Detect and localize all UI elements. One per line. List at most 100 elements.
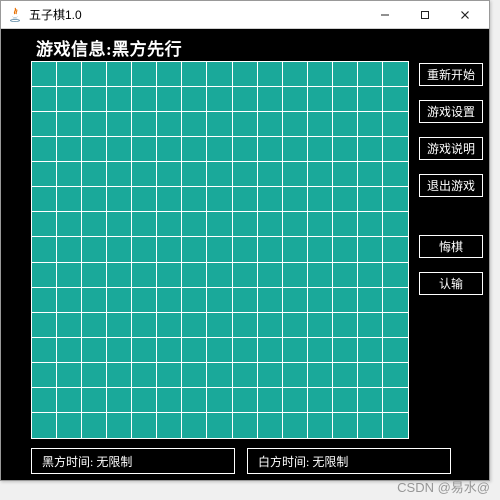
board-cell[interactable] [107,87,132,112]
board-cell[interactable] [358,288,383,313]
close-button[interactable] [445,4,485,26]
board-cell[interactable] [182,413,207,438]
board-cell[interactable] [333,388,358,413]
board-cell[interactable] [157,288,182,313]
board-cell[interactable] [258,237,283,262]
board-cell[interactable] [82,112,107,137]
board-cell[interactable] [207,363,232,388]
board-cell[interactable] [358,87,383,112]
board-cell[interactable] [32,212,57,237]
board-cell[interactable] [82,413,107,438]
board-cell[interactable] [157,187,182,212]
board-cell[interactable] [283,87,308,112]
board-cell[interactable] [207,137,232,162]
board-cell[interactable] [358,212,383,237]
board-cell[interactable] [333,288,358,313]
board-cell[interactable] [233,187,258,212]
board-cell[interactable] [182,338,207,363]
board-cell[interactable] [283,263,308,288]
board-cell[interactable] [233,263,258,288]
board-cell[interactable] [283,137,308,162]
game-board[interactable] [31,61,409,439]
board-cell[interactable] [207,313,232,338]
board-cell[interactable] [308,237,333,262]
board-cell[interactable] [333,413,358,438]
board-cell[interactable] [182,313,207,338]
board-cell[interactable] [57,112,82,137]
board-cell[interactable] [333,263,358,288]
board-cell[interactable] [207,87,232,112]
board-cell[interactable] [233,62,258,87]
board-cell[interactable] [32,187,57,212]
board-cell[interactable] [333,363,358,388]
board-cell[interactable] [358,413,383,438]
board-cell[interactable] [258,162,283,187]
maximize-button[interactable] [405,4,445,26]
board-cell[interactable] [283,413,308,438]
board-cell[interactable] [157,212,182,237]
board-cell[interactable] [383,237,408,262]
board-cell[interactable] [57,212,82,237]
board-cell[interactable] [182,237,207,262]
board-cell[interactable] [132,338,157,363]
board-cell[interactable] [32,263,57,288]
board-cell[interactable] [207,187,232,212]
board-cell[interactable] [107,187,132,212]
board-cell[interactable] [82,288,107,313]
board-cell[interactable] [207,263,232,288]
board-cell[interactable] [358,162,383,187]
board-cell[interactable] [57,62,82,87]
board-cell[interactable] [157,237,182,262]
board-cell[interactable] [182,112,207,137]
board-cell[interactable] [207,112,232,137]
board-cell[interactable] [383,388,408,413]
board-cell[interactable] [57,338,82,363]
board-cell[interactable] [107,338,132,363]
board-cell[interactable] [383,212,408,237]
board-cell[interactable] [107,62,132,87]
board-cell[interactable] [157,62,182,87]
board-cell[interactable] [32,112,57,137]
board-cell[interactable] [132,137,157,162]
board-cell[interactable] [308,162,333,187]
board-cell[interactable] [383,162,408,187]
board-cell[interactable] [258,338,283,363]
board-cell[interactable] [308,187,333,212]
board-cell[interactable] [182,137,207,162]
board-cell[interactable] [57,187,82,212]
board-cell[interactable] [32,413,57,438]
board-cell[interactable] [32,87,57,112]
board-cell[interactable] [283,313,308,338]
instructions-button[interactable]: 游戏说明 [419,137,483,160]
board-cell[interactable] [157,363,182,388]
board-cell[interactable] [107,413,132,438]
board-cell[interactable] [383,187,408,212]
exit-button[interactable]: 退出游戏 [419,174,483,197]
board-cell[interactable] [157,338,182,363]
board-cell[interactable] [32,237,57,262]
board-cell[interactable] [32,162,57,187]
undo-button[interactable]: 悔棋 [419,235,483,258]
board-cell[interactable] [107,363,132,388]
board-cell[interactable] [157,87,182,112]
board-cell[interactable] [383,363,408,388]
board-cell[interactable] [283,162,308,187]
board-cell[interactable] [383,263,408,288]
board-cell[interactable] [358,363,383,388]
board-cell[interactable] [333,338,358,363]
board-cell[interactable] [82,187,107,212]
board-cell[interactable] [258,263,283,288]
board-cell[interactable] [57,288,82,313]
board-cell[interactable] [57,388,82,413]
board-cell[interactable] [32,363,57,388]
board-cell[interactable] [283,112,308,137]
board-cell[interactable] [107,288,132,313]
board-cell[interactable] [82,137,107,162]
board-cell[interactable] [32,62,57,87]
board-cell[interactable] [107,137,132,162]
board-cell[interactable] [333,212,358,237]
board-cell[interactable] [182,87,207,112]
board-cell[interactable] [182,187,207,212]
board-cell[interactable] [107,263,132,288]
board-cell[interactable] [82,62,107,87]
